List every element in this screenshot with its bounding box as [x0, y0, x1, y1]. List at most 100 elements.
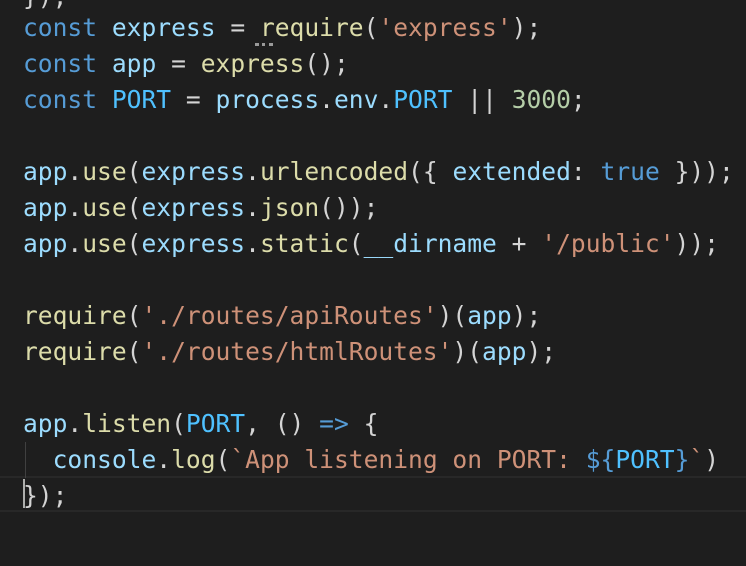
code-token: ; [570, 85, 586, 114]
code-token: (); [304, 49, 349, 78]
code-line[interactable]: require('./routes/apiRoutes')(app); [23, 298, 541, 334]
code-token: ( [126, 157, 142, 186]
code-token: app [23, 409, 68, 438]
code-token: log [171, 445, 216, 474]
code-editor[interactable]: }); const express = require('express');c… [0, 0, 746, 566]
code-token: . [67, 193, 83, 222]
code-token: app [467, 301, 512, 330]
code-token: use [82, 157, 127, 186]
code-token: 3000 [511, 85, 571, 114]
code-token: app [111, 49, 157, 78]
code-token: . [245, 157, 260, 186]
code-line[interactable]: app.use(express.json()); [23, 190, 378, 226]
code-token: app [482, 337, 527, 366]
code-token: express [141, 193, 246, 222]
code-token: 'express' [378, 13, 512, 42]
code-line[interactable]: app.use(express.urlencoded({ extended: t… [23, 154, 734, 190]
code-token: . [245, 229, 260, 258]
code-token: console [52, 445, 157, 474]
code-token: . [378, 85, 394, 114]
code-token: ( [126, 229, 142, 258]
code-token: static [259, 229, 349, 258]
code-token: ) [704, 445, 719, 474]
code-token: { [348, 409, 379, 438]
code-token: = [215, 13, 260, 42]
code-token: urlencoded [259, 157, 409, 186]
code-line[interactable]: }); [23, 478, 67, 514]
code-token: express [200, 49, 305, 78]
code-token: const [23, 49, 98, 78]
code-token: `App listening on PORT: [230, 445, 586, 474]
code-token: || [452, 85, 512, 114]
code-token: env [333, 85, 379, 114]
code-token: PORT [111, 85, 172, 114]
code-token: const [23, 13, 98, 42]
code-token: }); [23, 481, 68, 510]
code-token: '/public' [541, 229, 675, 258]
code-token: PORT [615, 445, 675, 474]
code-token: app [23, 229, 68, 258]
code-token: PORT [393, 85, 453, 114]
code-token: express [141, 157, 246, 186]
code-token: ); [511, 13, 542, 42]
code-token: })); [659, 157, 734, 186]
code-token: . [67, 157, 83, 186]
text-cursor [23, 479, 25, 508]
code-token: './routes/htmlRoutes' [141, 337, 453, 366]
code-token: express [141, 229, 246, 258]
code-token: ({ [408, 157, 453, 186]
code-token: . [67, 229, 83, 258]
code-token: ( [363, 13, 379, 42]
code-token: )( [452, 337, 483, 366]
code-token: listen [82, 409, 172, 438]
code-token: require [259, 13, 364, 42]
code-token: ); [526, 337, 557, 366]
code-token: + [496, 229, 542, 258]
code-token: true [600, 157, 660, 186]
code-token: use [82, 229, 127, 258]
code-token: extended [452, 157, 571, 186]
code-line[interactable]: const app = express(); [23, 46, 349, 82]
code-token: )); [674, 229, 719, 258]
code-token: . [67, 409, 83, 438]
code-token: => [319, 409, 349, 438]
code-token: require [23, 301, 127, 330]
code-token: , () [245, 409, 320, 438]
code-token: ( [126, 337, 142, 366]
code-token: express [111, 13, 216, 42]
code-line[interactable]: const PORT = process.env.PORT || 3000; [23, 82, 586, 118]
code-line[interactable]: app.use(express.static(__dirname + '/pub… [23, 226, 719, 262]
code-token: PORT [185, 409, 246, 438]
code-token: process [215, 85, 320, 114]
code-token: ( [126, 193, 142, 222]
code-line[interactable]: const express = require('express'); [23, 10, 541, 46]
code-token: ()); [319, 193, 379, 222]
code-token: app [23, 157, 68, 186]
code-token: ` [689, 445, 705, 474]
code-token: ( [126, 301, 142, 330]
code-token: const [23, 85, 98, 114]
code-token: require [23, 337, 127, 366]
code-token: )( [437, 301, 468, 330]
code-token: . [245, 193, 260, 222]
code-token: ( [348, 229, 364, 258]
code-token: } [674, 445, 690, 474]
code-token: . [156, 445, 172, 474]
code-token: ( [215, 445, 231, 474]
code-line[interactable]: app.listen(PORT, () => { [23, 406, 378, 442]
code-token: __dirname [363, 229, 497, 258]
code-token: app [23, 193, 68, 222]
code-line[interactable]: require('./routes/htmlRoutes')(app); [23, 334, 556, 370]
code-token: './routes/apiRoutes' [141, 301, 438, 330]
code-token: : [570, 157, 601, 186]
code-token: = [156, 49, 201, 78]
code-token: = [171, 85, 216, 114]
code-line[interactable]: console.log(`App listening on PORT: ${PO… [23, 442, 719, 478]
code-token: ); [511, 301, 542, 330]
current-line-highlight [0, 476, 746, 512]
code-token: json [259, 193, 320, 222]
